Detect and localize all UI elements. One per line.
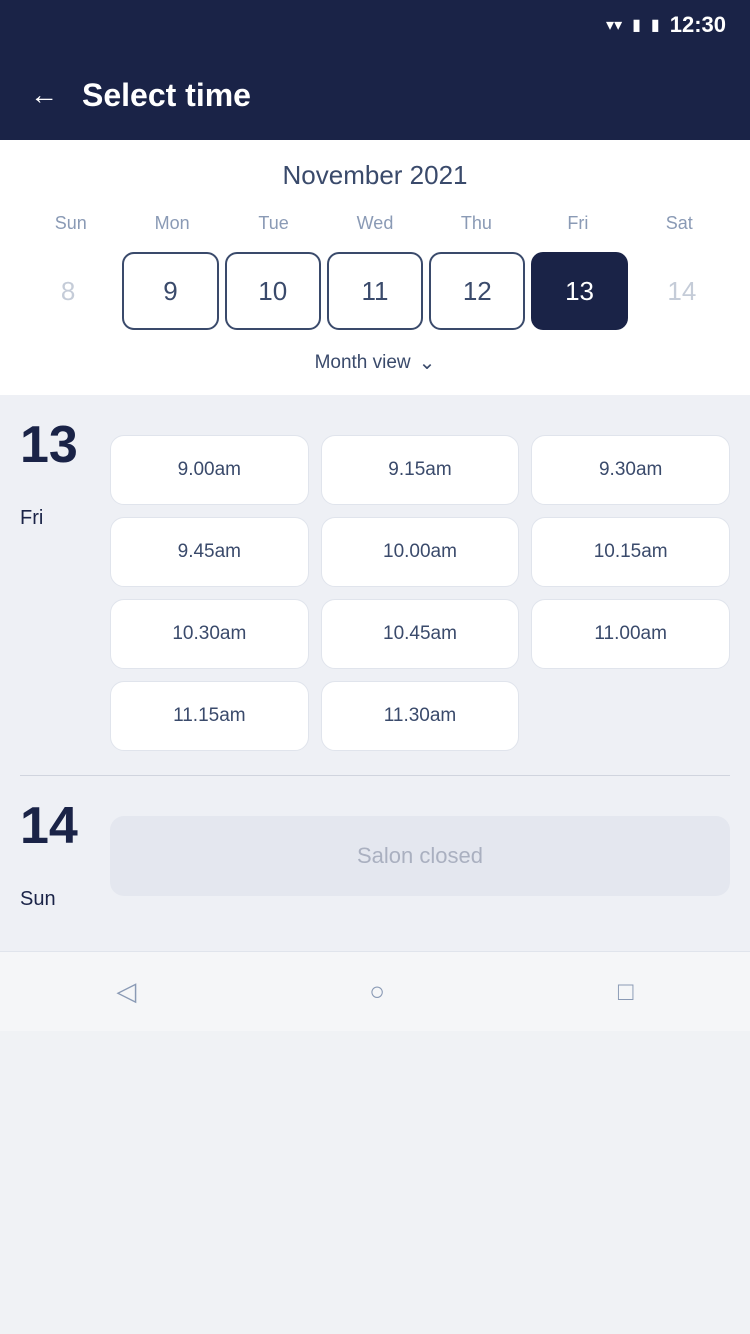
weekday-sat: Sat (629, 209, 730, 238)
status-bar: ▾▾ ▮ ▮ 12:30 (0, 0, 750, 50)
slot-9-00am[interactable]: 9.00am (110, 435, 309, 505)
timeslots-section: 13 Fri 9.00am 9.15am 9.30am 9.45am 10.00… (0, 395, 750, 951)
weekday-row: Sun Mon Tue Wed Thu Fri Sat (20, 209, 730, 238)
slot-9-45am[interactable]: 9.45am (110, 517, 309, 587)
day-13-number: 13 (20, 419, 110, 471)
salon-closed: Salon closed (110, 816, 730, 896)
weekday-tue: Tue (223, 209, 324, 238)
day-12[interactable]: 12 (429, 252, 525, 330)
day-14-content: Salon closed (110, 800, 730, 896)
day-14-block: 14 Sun Salon closed (0, 780, 750, 931)
month-view-label: Month view (315, 352, 411, 374)
battery-icon: ▮ (651, 15, 660, 35)
day-13-slots: 9.00am 9.15am 9.30am 9.45am 10.00am 10.1… (110, 419, 730, 751)
wifi-icon: ▾▾ (606, 15, 622, 35)
day-14[interactable]: 14 (634, 252, 730, 330)
calendar-section: November 2021 Sun Mon Tue Wed Thu Fri Sa… (0, 140, 750, 395)
page-title: Select time (82, 77, 251, 114)
slot-11-00am[interactable]: 11.00am (531, 599, 730, 669)
day-11[interactable]: 11 (327, 252, 423, 330)
slot-9-15am[interactable]: 9.15am (321, 435, 520, 505)
day-13-name: Fri (20, 507, 110, 530)
days-row: 8 9 10 11 12 13 14 (20, 248, 730, 334)
page-header: ← Select time (0, 50, 750, 140)
month-view-toggle[interactable]: Month view ⌄ (20, 334, 730, 385)
slot-11-15am[interactable]: 11.15am (110, 681, 309, 751)
recent-nav-button[interactable]: □ (618, 976, 634, 1007)
day-13-label: 13 Fri (20, 419, 110, 530)
salon-closed-label: Salon closed (357, 843, 483, 869)
weekday-mon: Mon (121, 209, 222, 238)
slot-10-45am[interactable]: 10.45am (321, 599, 520, 669)
weekday-thu: Thu (426, 209, 527, 238)
day-13-block: 13 Fri 9.00am 9.15am 9.30am 9.45am 10.00… (0, 395, 750, 771)
day-8[interactable]: 8 (20, 252, 116, 330)
chevron-down-icon: ⌄ (419, 350, 436, 375)
status-time: 12:30 (670, 12, 726, 38)
day-13[interactable]: 13 (531, 252, 627, 330)
back-button[interactable]: ← (30, 79, 58, 111)
time-grid-13: 9.00am 9.15am 9.30am 9.45am 10.00am 10.1… (110, 435, 730, 751)
month-label: November 2021 (20, 160, 730, 191)
back-nav-button[interactable]: ◁ (116, 976, 136, 1007)
day-10[interactable]: 10 (225, 252, 321, 330)
day-14-name: Sun (20, 888, 110, 911)
day-14-number: 14 (20, 800, 110, 852)
slot-9-30am[interactable]: 9.30am (531, 435, 730, 505)
day-divider (20, 775, 730, 776)
weekday-wed: Wed (324, 209, 425, 238)
slot-11-30am[interactable]: 11.30am (321, 681, 520, 751)
day-14-label: 14 Sun (20, 800, 110, 911)
slot-10-00am[interactable]: 10.00am (321, 517, 520, 587)
slot-10-30am[interactable]: 10.30am (110, 599, 309, 669)
home-nav-button[interactable]: ○ (369, 976, 385, 1007)
bottom-nav: ◁ ○ □ (0, 951, 750, 1031)
signal-icon: ▮ (632, 15, 641, 35)
slot-10-15am[interactable]: 10.15am (531, 517, 730, 587)
weekday-fri: Fri (527, 209, 628, 238)
day-9[interactable]: 9 (122, 252, 218, 330)
weekday-sun: Sun (20, 209, 121, 238)
